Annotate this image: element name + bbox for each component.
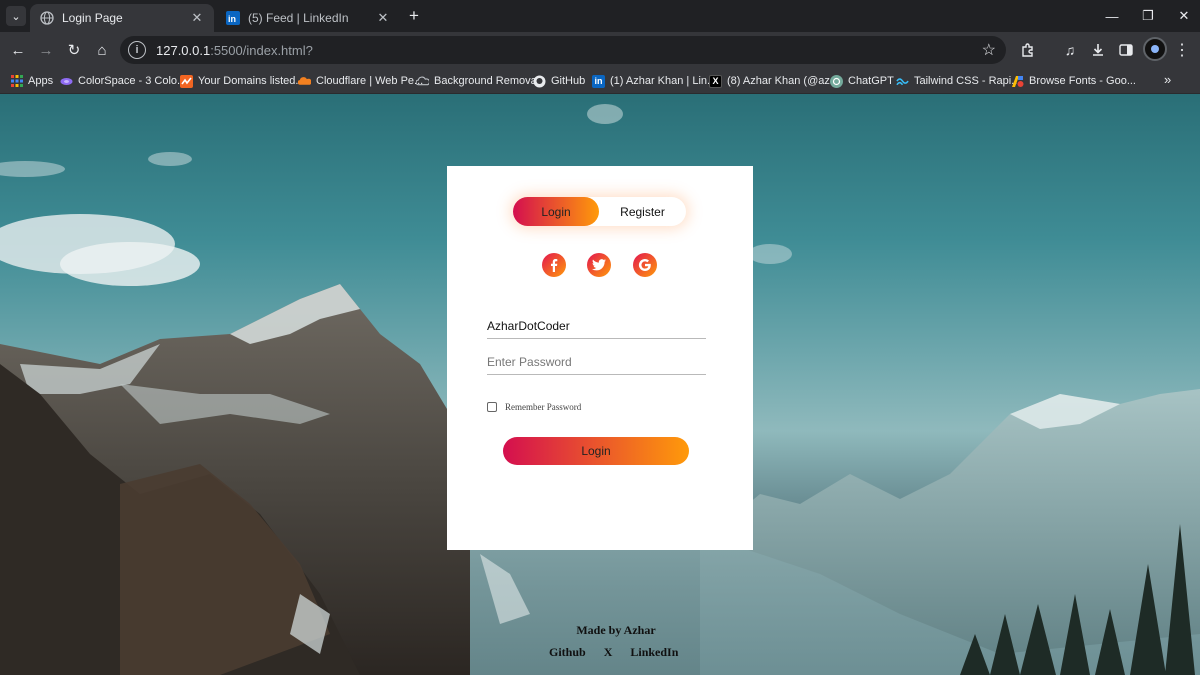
new-tab-plus-icon[interactable]: +: [404, 6, 424, 26]
x-icon: X: [709, 74, 722, 88]
remember-password-row[interactable]: Remember Password: [487, 402, 581, 412]
home-icon[interactable]: ⌂: [90, 38, 114, 62]
bookmark-label: (8) Azhar Khan (@az...: [727, 75, 840, 87]
footer-link-linkedin[interactable]: LinkedIn: [630, 645, 678, 660]
tab-login[interactable]: Login: [513, 197, 599, 226]
globe-icon: [40, 11, 54, 25]
url-text: 127.0.0.1:5500/index.html?: [156, 43, 313, 58]
tab-close-icon[interactable]: ✕: [376, 10, 390, 26]
github-icon: [533, 75, 546, 88]
bookmark-label: Cloudflare | Web Pe...: [316, 75, 424, 87]
tab-search-chevron-icon[interactable]: ⌄: [6, 6, 26, 26]
bookmark-label: ColorSpace - 3 Colo...: [78, 75, 187, 87]
linkedin-icon: in: [226, 11, 240, 25]
download-icon[interactable]: [1086, 38, 1110, 62]
bookmarks-overflow-icon[interactable]: »: [1164, 72, 1171, 87]
bookmark-label: GitHub: [551, 75, 586, 87]
bookmark-label: (1) Azhar Khan | Lin...: [610, 75, 717, 87]
bookmark-google-fonts[interactable]: Browse Fonts - Goo...: [1011, 72, 1136, 90]
cloud-icon: [416, 75, 429, 88]
url-path: :5500/index.html?: [210, 42, 313, 58]
bookmark-github[interactable]: GitHub: [533, 72, 585, 90]
window-minimize-icon[interactable]: —: [1094, 0, 1130, 32]
extensions-puzzle-icon[interactable]: [1016, 38, 1040, 62]
bookmark-label: Background Removal: [434, 75, 540, 87]
more-menu-icon[interactable]: ⋮: [1170, 38, 1194, 62]
domains-icon: [180, 74, 193, 88]
google-icon[interactable]: [633, 253, 657, 277]
url-host: 127.0.0.1: [156, 42, 211, 58]
auth-mode-toggle: Login Register: [513, 197, 686, 226]
apps-grid-icon: [10, 75, 23, 88]
site-info-icon[interactable]: i: [128, 41, 146, 59]
chatgpt-icon: [830, 74, 843, 88]
tab-close-icon[interactable]: ✕: [190, 10, 204, 26]
linkedin-icon: in: [592, 74, 605, 88]
bookmark-tailwind[interactable]: Tailwind CSS - Rapi...: [896, 72, 1020, 90]
reload-icon[interactable]: ↻: [62, 38, 86, 62]
login-submit-button[interactable]: Login: [503, 437, 689, 465]
tab-register[interactable]: Register: [599, 197, 686, 226]
bookmark-label: Apps: [28, 75, 54, 87]
footer-credit: Made by Azhar: [576, 623, 656, 637]
back-arrow-icon[interactable]: ←: [6, 38, 30, 62]
browser-toolbar: ← → ↻ ⌂ i 127.0.0.1:5500/index.html? ☆ ♫…: [0, 32, 1200, 68]
bookmark-x-profile[interactable]: X (8) Azhar Khan (@az...: [709, 72, 839, 90]
footer-link-github[interactable]: Github: [549, 645, 586, 660]
page-viewport: Login Register Remember Password Login M…: [0, 94, 1200, 675]
bookmark-cloudflare[interactable]: Cloudflare | Web Pe...: [298, 72, 423, 90]
address-bar[interactable]: i 127.0.0.1:5500/index.html? ☆: [120, 36, 1006, 64]
svg-text:in: in: [228, 14, 236, 24]
bookmark-label: Browse Fonts - Goo...: [1029, 75, 1136, 87]
username-input[interactable]: [487, 313, 706, 339]
cloudflare-icon: [298, 75, 311, 88]
window-close-icon[interactable]: ✕: [1166, 0, 1200, 32]
colorspace-icon: [60, 75, 73, 88]
bookmark-your-domains[interactable]: Your Domains listed...: [180, 72, 305, 90]
side-panel-icon[interactable]: [1114, 38, 1138, 62]
bookmark-label: ChatGPT: [848, 75, 894, 87]
facebook-icon[interactable]: [542, 253, 566, 277]
tab-login-page[interactable]: Login Page ✕: [30, 4, 214, 32]
bookmark-colorspace[interactable]: ColorSpace - 3 Colo...: [60, 72, 186, 90]
tailwind-icon: [896, 75, 909, 88]
bookmark-linkedin[interactable]: in (1) Azhar Khan | Lin...: [592, 72, 716, 90]
footer-links: Github X LinkedIn: [549, 645, 678, 660]
bookmark-label: Tailwind CSS - Rapi...: [914, 75, 1021, 87]
bookmark-background-removal[interactable]: Background Removal: [416, 72, 539, 90]
browser-tab-strip: ⌄ Login Page ✕ in (5) Feed | LinkedIn ✕ …: [0, 0, 1200, 32]
bookmark-chatgpt[interactable]: ChatGPT: [830, 72, 894, 90]
login-card: Login Register Remember Password Login: [447, 166, 753, 550]
google-fonts-icon: [1011, 75, 1024, 88]
remember-password-label: Remember Password: [505, 402, 582, 412]
bookmark-apps[interactable]: Apps: [10, 72, 53, 90]
media-control-icon[interactable]: ♫: [1058, 38, 1082, 62]
profile-avatar[interactable]: [1143, 37, 1167, 61]
tab-linkedin-feed[interactable]: in (5) Feed | LinkedIn ✕: [216, 4, 400, 32]
twitter-icon[interactable]: [587, 253, 611, 277]
tab-title: (5) Feed | LinkedIn: [248, 11, 349, 25]
bookmark-label: Your Domains listed...: [198, 75, 305, 87]
remember-password-checkbox[interactable]: [487, 402, 497, 412]
password-input[interactable]: [487, 349, 706, 375]
forward-arrow-icon[interactable]: →: [34, 38, 58, 62]
bookmarks-bar: Apps ColorSpace - 3 Colo... Your Domains…: [0, 68, 1200, 94]
window-restore-icon[interactable]: ❐: [1130, 0, 1166, 32]
bookmark-star-icon[interactable]: ☆: [982, 40, 996, 60]
tab-title: Login Page: [62, 11, 123, 25]
footer-link-x[interactable]: X: [604, 645, 613, 660]
